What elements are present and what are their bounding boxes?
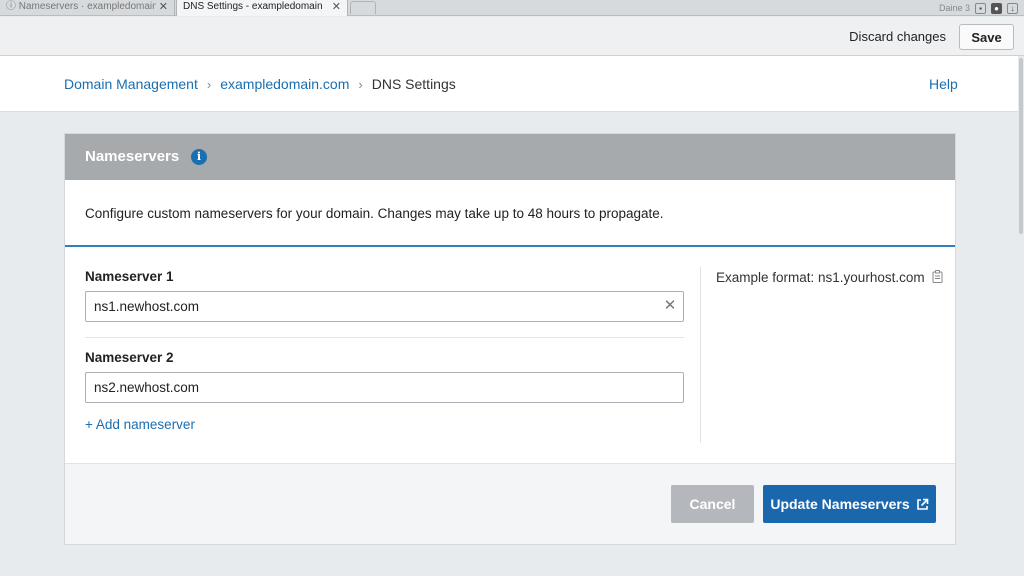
browser-tab-title: ⓘ Nameservers · exampledomain · se: [6, 1, 156, 12]
chevron-right-icon: ›: [358, 76, 363, 92]
card-header: Nameservers i: [65, 134, 955, 180]
discard-changes-link[interactable]: Discard changes: [849, 29, 946, 44]
nameserver-1-input[interactable]: [85, 291, 684, 322]
scrollbar-thumb[interactable]: [1019, 58, 1023, 234]
update-nameservers-label: Update Nameservers: [770, 496, 910, 512]
close-icon[interactable]: ✕: [662, 297, 678, 315]
browser-tab-title: DNS Settings - exampledomain: [183, 1, 323, 12]
tab-close-icon[interactable]: ✕: [332, 0, 341, 14]
column-divider: [700, 267, 701, 443]
breadcrumb-domain-management[interactable]: Domain Management: [64, 76, 198, 92]
browser-tabstrip: ⓘ Nameservers · exampledomain · se ✕ DNS…: [0, 0, 1024, 16]
chevron-right-icon: ›: [206, 76, 212, 92]
breadcrumb-current: DNS Settings: [371, 76, 456, 92]
new-tab-button[interactable]: [350, 1, 376, 14]
page-scrollbar[interactable]: [1018, 56, 1024, 576]
tab-close-icon[interactable]: ✕: [159, 0, 168, 14]
update-nameservers-button[interactable]: Update Nameservers: [763, 485, 936, 523]
toolbar-text: Daine 3: [938, 3, 970, 13]
breadcrumb: Domain Management › exampledomain.com › …: [64, 76, 456, 92]
action-bar: Discard changes Save: [0, 17, 1024, 56]
nameservers-card: Nameservers i Configure custom nameserve…: [64, 133, 956, 545]
nameserver-form: Nameserver 1 ✕ Nameserver 2 + Add namese…: [65, 247, 955, 463]
nameserver-2-label: Nameserver 2: [85, 350, 174, 365]
nameserver-2-input[interactable]: [85, 372, 684, 403]
record-icon[interactable]: ●: [991, 2, 1002, 14]
info-icon[interactable]: i: [191, 149, 207, 165]
external-link-icon: [916, 498, 928, 510]
browser-toolbar-right: Daine 3 ▪ ● ↓: [939, 0, 1018, 16]
breadcrumb-bar: Domain Management › exampledomain.com › …: [0, 56, 1018, 112]
card-description: Configure custom nameservers for your do…: [85, 206, 664, 221]
format-hint: Example format: ns1.yourhost.com: [716, 270, 943, 285]
field-divider: [85, 337, 684, 338]
nameserver-1-label: Nameserver 1: [85, 269, 174, 284]
cancel-button[interactable]: Cancel: [671, 485, 754, 523]
browser-tab-1[interactable]: ⓘ Nameservers · exampledomain · se ✕: [0, 0, 175, 16]
clipboard-icon[interactable]: [932, 270, 943, 283]
help-link[interactable]: Help: [929, 76, 958, 92]
add-nameserver-link[interactable]: + Add nameserver: [85, 417, 195, 432]
format-hint-text: Example format: ns1.yourhost.com: [716, 270, 925, 285]
save-button[interactable]: Save: [959, 24, 1014, 50]
window-icon[interactable]: ▪: [975, 2, 986, 14]
breadcrumb-domain[interactable]: exampledomain.com: [220, 76, 349, 92]
download-icon[interactable]: ↓: [1007, 2, 1018, 14]
browser-tab-2[interactable]: DNS Settings - exampledomain ✕: [176, 0, 348, 16]
card-title: Nameservers: [85, 148, 180, 165]
card-footer: Cancel Update Nameservers: [65, 463, 955, 544]
